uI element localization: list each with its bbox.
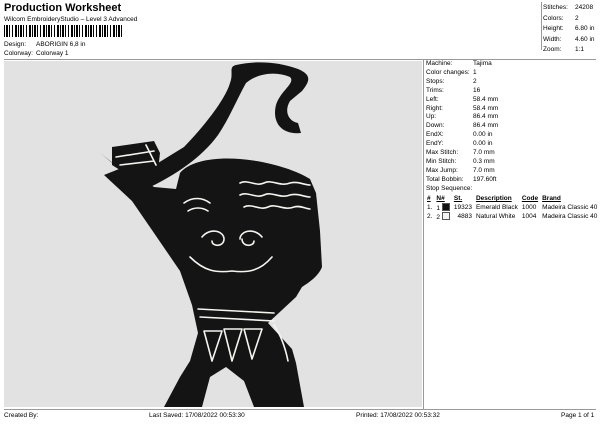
col-num: # [427,195,431,202]
design-line: Design: ABORIGIN 6,8 in [4,41,86,48]
embroidery-design-image [100,62,322,407]
stop-sequence-header: # N# St. Description Code Brand [425,194,599,203]
prop-max-stitch: Max Stitch: 7.0 mm [426,149,495,157]
software-subtitle: Wilcom EmbroideryStudio – Level 3 Advanc… [4,16,138,23]
prop-max-jump: Max Jump: 7.0 mm [426,166,495,174]
row-description: Natural White [475,213,516,220]
stop-sequence-table: # N# St. Description Code Brand 1. 1 193… [425,194,599,221]
row-brand: Madeira Classic 40 [542,213,598,220]
color-swatch [441,203,450,211]
col-description: Description [475,195,512,202]
stats-divider [541,2,542,50]
stat-colors: Colors: 2 [543,14,579,22]
design-label: Design: [4,41,27,48]
prop-stops: Stops: 2 [426,77,477,85]
footer-created-by: Created By: [4,412,39,419]
stat-stitches: Stitches: 24208 [543,4,594,11]
stop-sequence-label: Stop Sequence: [426,185,473,192]
col-brand: Brand [542,195,561,202]
prop-endx: EndX: 0.00 in [426,131,493,139]
prop-endy: EndY: 0.00 in [426,140,493,148]
design-stats: Stitches: 24208 Colors: 2 Height: 6.80 in W… [543,3,595,56]
prop-machine: Machine: Tajima [426,60,492,67]
footer-page-number: Page 1 of 1 [561,412,595,419]
colorway-line: Colorway: Colorway 1 [4,50,69,57]
stat-height: Height: 6.80 in [543,25,595,32]
prop-up: Up: 86.4 mm [426,113,499,121]
row-needle: 2 [434,212,451,221]
footer-last-saved: Last Saved: 17/08/2022 00:53:30 [149,412,245,419]
table-row: 2. 2 4883 Natural White 1004 Madeira Cla… [425,212,599,221]
colorway-value: Colorway 1 [36,50,69,57]
prop-right: Right: 58.4 mm [426,104,499,112]
stat-width: Width: 4.60 in [543,35,595,43]
prop-color-changes: Color changes: 1 [426,68,477,76]
color-swatch [441,212,450,220]
prop-down: Down: 86.4 mm [426,122,499,130]
footer-printed: Printed: 17/08/2022 00:53:32 [356,412,440,419]
prop-total-bobbin: Total Bobbin: 197.60ft [426,175,497,183]
row-num: 1. [427,204,433,211]
panel-divider [423,59,424,409]
row-stitches: 19323 [453,204,472,211]
design-barcode [4,25,124,37]
design-preview [4,61,422,407]
header-divider [4,59,596,60]
row-num: 2. [427,213,433,220]
worksheet-title: Production Worksheet [4,2,122,14]
row-code: 1004 [521,213,537,220]
prop-left: Left: 58.4 mm [426,95,499,103]
footer-divider [4,409,596,410]
col-stitches: St. [453,195,463,202]
row-description: Emerald Black [475,204,518,211]
table-row: 1. 1 19323 Emerald Black 1000 Madeira Cl… [425,203,599,212]
prop-trims: Trims: 16 [426,86,481,94]
prop-min-stitch: Min Stitch: 0.3 mm [426,157,495,165]
row-code: 1000 [521,204,537,211]
row-stitches: 4883 [457,213,472,220]
design-value: ABORIGIN 6,8 in [36,41,86,48]
col-code: Code [521,195,539,202]
colorway-label: Colorway: [4,50,33,57]
col-needle: N# [436,195,445,202]
stat-zoom: Zoom: 1:1 [543,46,585,53]
row-brand: Madeira Classic 40 [542,204,598,211]
row-needle: 1 [434,203,451,212]
machine-properties: Machine: Tajima Color changes: 1 Stops: 2 T… [426,60,498,185]
